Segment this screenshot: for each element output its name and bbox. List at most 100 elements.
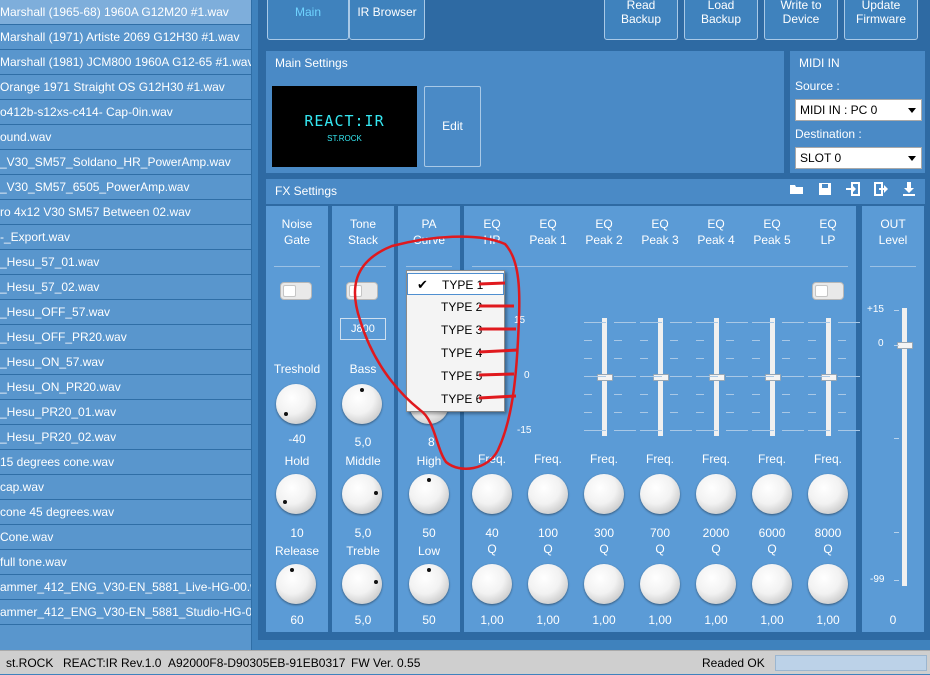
folder-open-icon[interactable]: [789, 181, 805, 197]
low-knob[interactable]: [409, 564, 449, 604]
file-list-item[interactable]: _Hesu_PR20_02.wav: [0, 425, 251, 450]
load-backup-button[interactable]: Load Backup: [684, 0, 758, 40]
eq-freq-knob[interactable]: [472, 474, 512, 514]
eq-q-knob[interactable]: [752, 564, 792, 604]
file-list-item[interactable]: _Hesu_ON_57.wav: [0, 350, 251, 375]
eq-freq-knob[interactable]: [752, 474, 792, 514]
file-list-item[interactable]: _Hesu_OFF_PR20.wav: [0, 325, 251, 350]
download-icon[interactable]: [901, 181, 917, 197]
treshold-value: -40: [288, 432, 306, 446]
eq-q-knob[interactable]: [528, 564, 568, 604]
freq-label: Freq.: [757, 452, 786, 466]
eq-grid-tick: [782, 340, 790, 341]
out-level-thumb[interactable]: [897, 342, 913, 349]
eq-freq-knob[interactable]: [696, 474, 736, 514]
high-value: 50: [422, 526, 436, 540]
import-icon[interactable]: [845, 181, 861, 197]
ir-file-list[interactable]: Marshall (1965-68) 1960A G12M20 #1.wav Ma…: [0, 0, 252, 650]
midi-destination-value: SLOT 0: [800, 151, 842, 165]
file-list-item[interactable]: full tone.wav: [0, 550, 251, 575]
edit-logo-button[interactable]: Edit: [424, 86, 481, 167]
export-icon[interactable]: [873, 181, 889, 197]
file-list-item[interactable]: o412b-s12xs-c414- Cap-0in.wav: [0, 100, 251, 125]
eq-grid-tick: [640, 430, 662, 431]
device-logo: REACT:IR ST.ROCK: [272, 86, 417, 167]
save-icon[interactable]: [817, 181, 833, 197]
read-backup-button[interactable]: Read Backup: [604, 0, 678, 40]
midi-source-value: MIDI IN : PC 0: [800, 103, 878, 117]
file-list-item[interactable]: _Hesu_PR20_01.wav: [0, 400, 251, 425]
eq-q-knob[interactable]: [696, 564, 736, 604]
eq-grid-tick: [584, 430, 606, 431]
update-firmware-button[interactable]: Update Firmware: [844, 0, 918, 40]
noise-gate-toggle[interactable]: [280, 282, 312, 300]
eq-col-title: EQ Peak 3: [632, 216, 688, 248]
q-label: Q: [767, 542, 777, 556]
file-list-item[interactable]: _V30_SM57_6505_PowerAmp.wav: [0, 175, 251, 200]
logo-text: REACT:IR: [304, 112, 385, 130]
eq-freq-knob[interactable]: [528, 474, 568, 514]
knob-indicator: [360, 388, 364, 392]
midi-source-select[interactable]: MIDI IN : PC 0: [795, 99, 922, 121]
eq-grid-tick: [696, 358, 704, 359]
tone-stack-type-select[interactable]: J800: [340, 318, 386, 340]
release-knob[interactable]: [276, 564, 316, 604]
file-list-item[interactable]: ound.wav: [0, 125, 251, 150]
file-list-item[interactable]: 15 degrees cone.wav: [0, 450, 251, 475]
eq-freq-knob[interactable]: [640, 474, 680, 514]
tone-stack-type-menu[interactable]: ✔ TYPE 1 TYPE 2 TYPE 3 TYPE 4 TYPE 5 TYPE 6: [406, 270, 505, 412]
eq-freq-knob[interactable]: [584, 474, 624, 514]
knob-indicator: [283, 500, 287, 504]
treshold-knob[interactable]: [276, 384, 316, 424]
eq-grid-tick: [838, 322, 860, 323]
file-list-item[interactable]: Cone.wav: [0, 525, 251, 550]
eq-freq-knob[interactable]: [808, 474, 848, 514]
eq-title-line-1: EQ: [819, 217, 837, 231]
hold-knob[interactable]: [276, 474, 316, 514]
midi-destination-select[interactable]: SLOT 0: [795, 147, 922, 169]
menu-item-type-2[interactable]: TYPE 2: [407, 296, 504, 318]
menu-item-type-6[interactable]: TYPE 6: [407, 388, 504, 410]
file-list-item[interactable]: ammer_412_ENG_V30-EN_5881_Studio-HG-00.: [0, 600, 251, 625]
write-device-button[interactable]: Write to Device: [764, 0, 838, 40]
file-list-item[interactable]: Orange 1971 Straight OS G12H30 #1.wav: [0, 75, 251, 100]
file-list-item[interactable]: Marshall (1981) JCM800 1960A G12-65 #1.w…: [0, 50, 251, 75]
out-level-track[interactable]: [902, 308, 907, 586]
eq-col-title: EQ Peak 4: [688, 216, 744, 248]
file-list-item[interactable]: _Hesu_57_02.wav: [0, 275, 251, 300]
file-list-item[interactable]: ro 4x12 V30 SM57 Between 02.wav: [0, 200, 251, 225]
middle-knob[interactable]: [342, 474, 382, 514]
q-value: 1,00: [816, 613, 840, 627]
file-list-item[interactable]: Marshall (1965-68) 1960A G12M20 #1.wav: [0, 0, 251, 25]
file-list-item[interactable]: _Hesu_OFF_57.wav: [0, 300, 251, 325]
file-list-item[interactable]: _V30_SM57_Soldano_HR_PowerAmp.wav: [0, 150, 251, 175]
file-list-item[interactable]: ammer_412_ENG_V30-EN_5881_Live-HG-00.wa: [0, 575, 251, 600]
menu-item-type-1[interactable]: ✔ TYPE 1: [407, 273, 504, 295]
eq-lp-toggle[interactable]: [812, 282, 844, 300]
tone-stack-toggle[interactable]: [346, 282, 378, 300]
file-list-item[interactable]: _Hesu_57_01.wav: [0, 250, 251, 275]
eq-title-line-2: Peak 5: [753, 233, 791, 247]
file-list-item[interactable]: -_Export.wav: [0, 225, 251, 250]
high-knob[interactable]: [409, 474, 449, 514]
eq-q-knob[interactable]: [640, 564, 680, 604]
treble-knob[interactable]: [342, 564, 382, 604]
eq-grid-tick: [782, 376, 804, 377]
scale-tick: [894, 532, 899, 533]
eq-section: 15 0 -15 EQ HP Freq. 40 Q 1,00 EQ Peak 1 Freq. 10…: [464, 206, 860, 632]
menu-item-type-3[interactable]: TYPE 3: [407, 319, 504, 341]
eq-q-knob[interactable]: [584, 564, 624, 604]
file-list-item[interactable]: cap.wav: [0, 475, 251, 500]
bass-knob[interactable]: [342, 384, 382, 424]
eq-q-knob[interactable]: [808, 564, 848, 604]
tab-main[interactable]: Main: [267, 0, 349, 40]
eq-grid-tick: [696, 394, 704, 395]
file-list-item[interactable]: cone 45 degrees.wav: [0, 500, 251, 525]
file-list-item[interactable]: _Hesu_ON_PR20.wav: [0, 375, 251, 400]
menu-item-type-5[interactable]: TYPE 5: [407, 365, 504, 387]
file-list-item[interactable]: Marshall (1971) Artiste 2069 G12H30 #1.w…: [0, 25, 251, 50]
eq-q-knob[interactable]: [472, 564, 512, 604]
tab-ir-browser[interactable]: IR Browser: [349, 0, 425, 40]
eq-grid-tick: [782, 322, 804, 323]
menu-item-type-4[interactable]: TYPE 4: [407, 342, 504, 364]
